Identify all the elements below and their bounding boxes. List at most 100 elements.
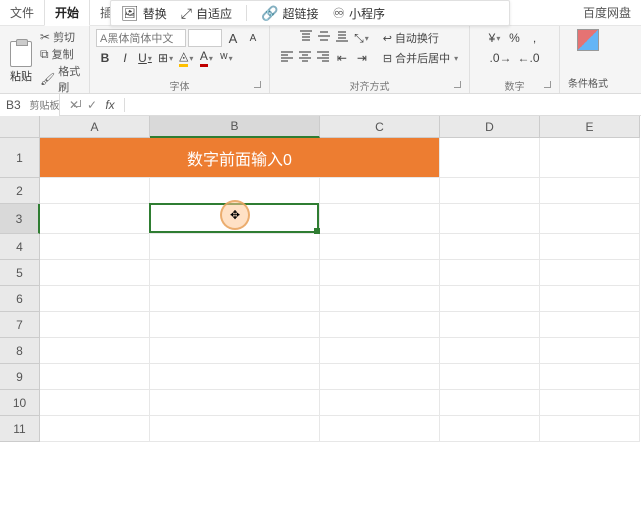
cell[interactable] — [150, 390, 320, 416]
row-header-6[interactable]: 6 — [0, 286, 40, 312]
cell[interactable] — [540, 234, 640, 260]
col-header-B[interactable]: B — [150, 116, 320, 138]
cell[interactable] — [440, 286, 540, 312]
paste-button[interactable]: 粘贴 — [6, 39, 36, 86]
tab-file[interactable]: 文件 — [0, 0, 44, 25]
cell[interactable] — [320, 390, 440, 416]
replace-button[interactable]: 🖼 替换 — [121, 5, 167, 22]
phonetic-button[interactable]: ᵂ▾ — [217, 49, 235, 67]
align-middle-button[interactable] — [316, 29, 332, 43]
cell[interactable] — [540, 286, 640, 312]
increase-decimal-button[interactable]: .0→ — [487, 49, 513, 67]
cell[interactable] — [150, 312, 320, 338]
cell[interactable] — [150, 260, 320, 286]
font-color-button[interactable]: A▾ — [197, 49, 215, 67]
row-header-10[interactable]: 10 — [0, 390, 40, 416]
align-center-button[interactable] — [297, 49, 313, 63]
cell[interactable] — [440, 338, 540, 364]
row-header-11[interactable]: 11 — [0, 416, 40, 442]
row-header-3[interactable]: 3 — [0, 204, 40, 234]
underline-button[interactable]: U▾ — [136, 49, 154, 67]
copy-button[interactable]: ⧉ 复制 — [40, 46, 83, 62]
cond-format-icon[interactable] — [577, 29, 599, 51]
row-header-7[interactable]: 7 — [0, 312, 40, 338]
cell[interactable] — [40, 234, 150, 260]
wrap-text-button[interactable]: ↩ 自动换行 — [381, 29, 441, 47]
cell[interactable] — [540, 416, 640, 442]
cell[interactable] — [150, 204, 320, 234]
row-header-1[interactable]: 1 — [0, 138, 40, 178]
col-header-D[interactable]: D — [440, 116, 540, 138]
cell[interactable] — [540, 364, 640, 390]
cell[interactable] — [320, 364, 440, 390]
cell[interactable] — [40, 312, 150, 338]
cell[interactable] — [540, 138, 640, 178]
percent-button[interactable]: % — [506, 29, 524, 47]
currency-button[interactable]: ¥▾ — [486, 29, 504, 47]
cell[interactable] — [40, 178, 150, 204]
row-header-8[interactable]: 8 — [0, 338, 40, 364]
cell[interactable] — [40, 390, 150, 416]
decrease-decimal-button[interactable]: ←.0 — [516, 49, 542, 67]
hyperlink-button[interactable]: 🔗 超链接 — [261, 5, 318, 22]
cell[interactable] — [540, 178, 640, 204]
align-left-button[interactable] — [279, 49, 295, 63]
merged-banner-cell[interactable]: 数字前面输入0 — [40, 138, 440, 178]
borders-button[interactable]: ⊞▾ — [156, 49, 175, 67]
comma-button[interactable]: , — [526, 29, 544, 47]
fill-color-button[interactable]: ◬▾ — [177, 49, 195, 67]
cell[interactable] — [40, 416, 150, 442]
cell[interactable] — [320, 286, 440, 312]
select-all-corner[interactable] — [0, 116, 40, 138]
cell[interactable] — [540, 260, 640, 286]
cell[interactable] — [320, 178, 440, 204]
spreadsheet-grid[interactable]: ABCDE 1234567891011 数字前面输入0 ✥ — [0, 116, 641, 511]
cell[interactable] — [540, 204, 640, 234]
cond-format-label[interactable]: 条件格式 — [566, 75, 610, 90]
col-header-E[interactable]: E — [540, 116, 640, 138]
cell[interactable] — [320, 260, 440, 286]
cell[interactable] — [440, 204, 540, 234]
cell[interactable] — [40, 286, 150, 312]
cell[interactable] — [150, 286, 320, 312]
tab-baidu[interactable]: 百度网盘 — [573, 0, 641, 25]
cell[interactable] — [40, 260, 150, 286]
cell[interactable] — [440, 234, 540, 260]
cell[interactable] — [540, 312, 640, 338]
cell[interactable] — [440, 138, 540, 178]
cell[interactable] — [440, 312, 540, 338]
cell[interactable] — [150, 416, 320, 442]
cell[interactable] — [440, 260, 540, 286]
merge-center-button[interactable]: ⊟ 合并后居中 ▾ — [381, 49, 460, 67]
cut-button[interactable]: ✂ 剪切 — [40, 29, 83, 45]
decrease-font-button[interactable]: A — [244, 29, 262, 47]
enter-fx-button[interactable]: ✓ — [84, 98, 100, 112]
indent-left-button[interactable]: ⇤ — [333, 49, 351, 67]
cell[interactable] — [540, 390, 640, 416]
tab-home[interactable]: 开始 — [44, 0, 90, 26]
cell[interactable] — [320, 234, 440, 260]
font-name-select[interactable]: A黑体简体中文 — [96, 29, 186, 47]
cell[interactable] — [150, 338, 320, 364]
font-size-select[interactable] — [188, 29, 222, 47]
row-header-9[interactable]: 9 — [0, 364, 40, 390]
cell[interactable] — [320, 204, 440, 234]
row-header-5[interactable]: 5 — [0, 260, 40, 286]
align-right-button[interactable] — [315, 49, 331, 63]
cell[interactable] — [540, 338, 640, 364]
col-header-A[interactable]: A — [40, 116, 150, 138]
cell[interactable] — [150, 234, 320, 260]
increase-font-button[interactable]: A — [224, 29, 242, 47]
fit-button[interactable]: ⤢ 自适应 — [181, 5, 232, 22]
cell[interactable] — [40, 338, 150, 364]
align-bottom-button[interactable] — [334, 29, 350, 43]
row-header-2[interactable]: 2 — [0, 178, 40, 204]
cell[interactable] — [440, 416, 540, 442]
cell[interactable] — [150, 178, 320, 204]
cell[interactable] — [40, 204, 150, 234]
formula-input[interactable] — [125, 95, 641, 115]
cell[interactable] — [320, 416, 440, 442]
miniprogram-button[interactable]: ♾ 小程序 — [332, 5, 385, 22]
row-header-4[interactable]: 4 — [0, 234, 40, 260]
painter-button[interactable]: 🖌 格式刷 — [40, 63, 83, 95]
